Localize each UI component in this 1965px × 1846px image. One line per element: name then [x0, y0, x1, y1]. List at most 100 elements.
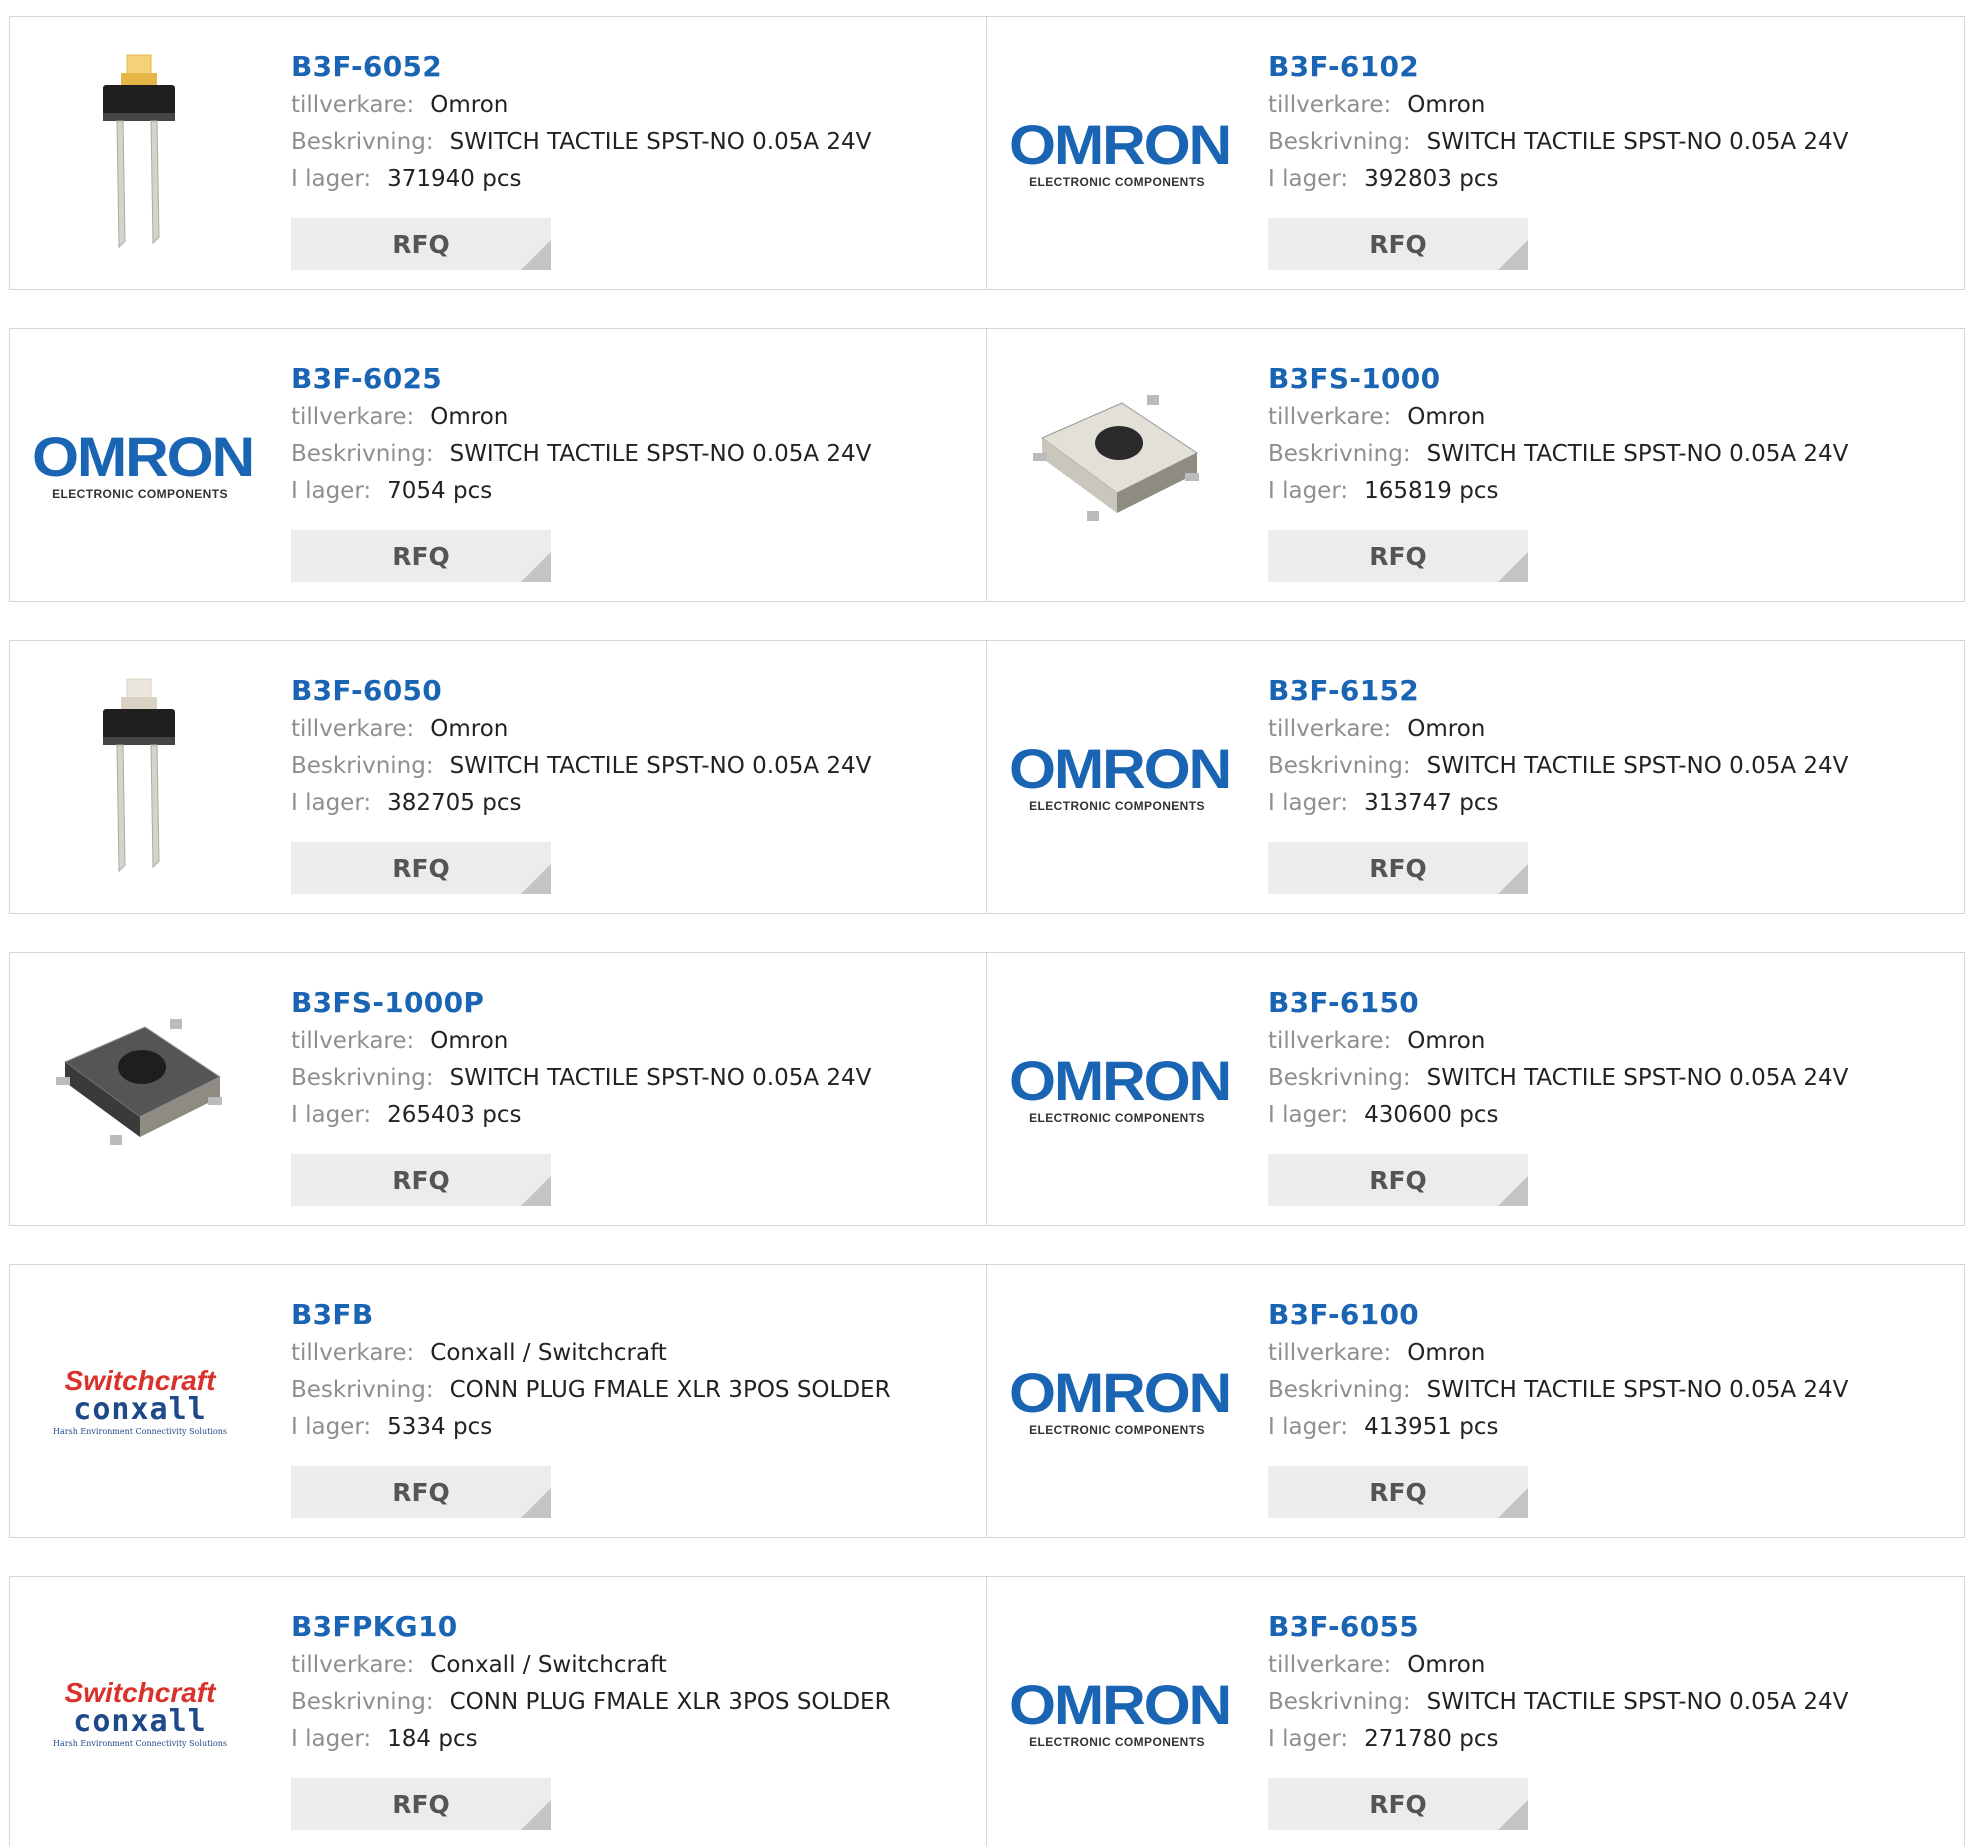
product-info: B3FS-1000P tillverkare: Omron Beskrivning…: [291, 983, 871, 1134]
product-image[interactable]: OMRON ELECTRONIC COMPONENTS: [1009, 1613, 1232, 1813]
part-number-link[interactable]: B3F-6055: [1268, 1607, 1848, 1647]
part-number-link[interactable]: B3FS-1000P: [291, 983, 871, 1023]
product-row: OMRON ELECTRONIC COMPONENTS B3F-6025 till…: [9, 328, 1965, 602]
rfq-button[interactable]: RFQ: [1268, 842, 1528, 894]
corner-fold-icon: [1498, 1488, 1528, 1518]
description-value: SWITCH TACTILE SPST-NO 0.05A 24V: [1426, 1065, 1849, 1091]
manufacturer-value: Omron: [430, 92, 509, 118]
product-image[interactable]: OMRON ELECTRONIC COMPONENTS: [1009, 989, 1232, 1189]
product-image[interactable]: [40, 677, 240, 877]
stock-label: I lager:: [1268, 790, 1349, 816]
manufacturer-label: tillverkare:: [291, 404, 415, 430]
part-number-link[interactable]: B3F-6102: [1268, 47, 1848, 87]
product-info: B3F-6025 tillverkare: Omron Beskrivning: S…: [291, 359, 871, 510]
rfq-button[interactable]: RFQ: [291, 530, 551, 582]
rfq-label: RFQ: [1369, 541, 1427, 571]
description-row: Beskrivning: SWITCH TACTILE SPST-NO 0.05A…: [291, 436, 871, 473]
description-label: Beskrivning:: [291, 1065, 434, 1091]
description-row: Beskrivning: SWITCH TACTILE SPST-NO 0.05A…: [1268, 1372, 1848, 1409]
stock-row: I lager: 413951 pcs: [1268, 1409, 1848, 1446]
stock-value: 7054 pcs: [387, 478, 493, 504]
rfq-button[interactable]: RFQ: [291, 842, 551, 894]
stock-value: 5334 pcs: [387, 1414, 493, 1440]
manufacturer-value: Conxall / Switchcraft: [430, 1340, 667, 1366]
description-label: Beskrivning:: [1268, 753, 1411, 779]
rfq-button[interactable]: RFQ: [1268, 1154, 1528, 1206]
manufacturer-value: Omron: [430, 1028, 509, 1054]
omron-tagline: ELECTRONIC COMPONENTS: [1029, 1735, 1205, 1749]
part-number-link[interactable]: B3F-6150: [1268, 983, 1848, 1023]
rfq-button[interactable]: RFQ: [291, 1154, 551, 1206]
stock-value: 430600 pcs: [1364, 1102, 1499, 1128]
rfq-button[interactable]: RFQ: [291, 1778, 551, 1830]
omron-wordmark: OMRON: [1009, 1673, 1232, 1736]
part-number-link[interactable]: B3F-6052: [291, 47, 871, 87]
product-image[interactable]: [40, 989, 240, 1189]
stock-label: I lager:: [291, 1102, 372, 1128]
product-image[interactable]: Switchcraft conxall Harsh Environment Conn…: [40, 1613, 240, 1813]
product-card: B3FS-1000 tillverkare: Omron Beskrivning:…: [987, 328, 1965, 602]
omron-wordmark: OMRON: [1009, 1049, 1232, 1112]
description-row: Beskrivning: SWITCH TACTILE SPST-NO 0.05A…: [1268, 1060, 1848, 1097]
product-image[interactable]: [1017, 365, 1217, 565]
corner-fold-icon: [1498, 1176, 1528, 1206]
product-info: B3F-6050 tillverkare: Omron Beskrivning: S…: [291, 671, 871, 822]
product-image[interactable]: OMRON ELECTRONIC COMPONENTS: [1009, 1301, 1232, 1501]
omron-wordmark: OMRON: [1009, 1361, 1232, 1424]
rfq-button[interactable]: RFQ: [291, 218, 551, 270]
product-image[interactable]: OMRON ELECTRONIC COMPONENTS: [32, 365, 255, 565]
stock-row: I lager: 7054 pcs: [291, 473, 871, 510]
product-image[interactable]: OMRON ELECTRONIC COMPONENTS: [1009, 677, 1232, 877]
product-card: OMRON ELECTRONIC COMPONENTS B3F-6055 till…: [987, 1576, 1965, 1846]
part-number-link[interactable]: B3FPKG10: [291, 1607, 891, 1647]
conxall-wordmark: conxall: [73, 1703, 207, 1739]
smd-switch-dark-icon: [50, 1007, 230, 1171]
omron-logo: OMRON ELECTRONIC COMPONENTS: [1009, 1053, 1232, 1126]
part-number-link[interactable]: B3FB: [291, 1295, 891, 1335]
part-number-link[interactable]: B3F-6100: [1268, 1295, 1848, 1335]
product-image[interactable]: [40, 53, 240, 253]
manufacturer-label: tillverkare:: [291, 1340, 415, 1366]
description-row: Beskrivning: CONN PLUG FMALE XLR 3POS SOL…: [291, 1684, 891, 1721]
stock-value: 371940 pcs: [387, 166, 522, 192]
product-image[interactable]: Switchcraft conxall Harsh Environment Conn…: [40, 1301, 240, 1501]
description-value: SWITCH TACTILE SPST-NO 0.05A 24V: [1426, 441, 1849, 467]
description-row: Beskrivning: SWITCH TACTILE SPST-NO 0.05A…: [291, 1060, 871, 1097]
rfq-button[interactable]: RFQ: [1268, 530, 1528, 582]
description-value: SWITCH TACTILE SPST-NO 0.05A 24V: [449, 753, 872, 779]
description-value: SWITCH TACTILE SPST-NO 0.05A 24V: [449, 129, 872, 155]
part-number-link[interactable]: B3F-6025: [291, 359, 871, 399]
product-card: OMRON ELECTRONIC COMPONENTS B3F-6150 till…: [987, 952, 1965, 1226]
product-grid: B3F-6052 tillverkare: Omron Beskrivning: S…: [9, 16, 1965, 1846]
product-card: OMRON ELECTRONIC COMPONENTS B3F-6102 till…: [987, 16, 1965, 290]
product-info: B3FS-1000 tillverkare: Omron Beskrivning:…: [1268, 359, 1848, 510]
manufacturer-label: tillverkare:: [1268, 1340, 1392, 1366]
rfq-button[interactable]: RFQ: [1268, 218, 1528, 270]
corner-fold-icon: [521, 552, 551, 582]
manufacturer-label: tillverkare:: [1268, 716, 1392, 742]
corner-fold-icon: [521, 864, 551, 894]
rfq-button[interactable]: RFQ: [291, 1466, 551, 1518]
description-label: Beskrivning:: [1268, 1377, 1411, 1403]
stock-row: I lager: 271780 pcs: [1268, 1721, 1848, 1758]
stock-row: I lager: 5334 pcs: [291, 1409, 891, 1446]
tactile-switch-tall-beige-icon: [85, 675, 195, 879]
part-number-link[interactable]: B3F-6152: [1268, 671, 1848, 711]
part-number-link[interactable]: B3F-6050: [291, 671, 871, 711]
description-value: CONN PLUG FMALE XLR 3POS SOLDER: [449, 1689, 891, 1715]
description-label: Beskrivning:: [291, 1689, 434, 1715]
rfq-button[interactable]: RFQ: [1268, 1778, 1528, 1830]
product-image[interactable]: OMRON ELECTRONIC COMPONENTS: [1009, 53, 1232, 253]
rfq-button[interactable]: RFQ: [1268, 1466, 1528, 1518]
conxall-wordmark: conxall: [73, 1391, 207, 1427]
product-card: Switchcraft conxall Harsh Environment Conn…: [9, 1576, 987, 1846]
omron-tagline: ELECTRONIC COMPONENTS: [1029, 1423, 1205, 1437]
manufacturer-label: tillverkare:: [1268, 1652, 1392, 1678]
stock-label: I lager:: [291, 790, 372, 816]
smd-switch-silver-icon: [1027, 383, 1207, 547]
manufacturer-row: tillverkare: Omron: [291, 87, 871, 124]
rfq-label: RFQ: [1369, 853, 1427, 883]
manufacturer-label: tillverkare:: [291, 716, 415, 742]
omron-tagline: ELECTRONIC COMPONENTS: [1029, 175, 1205, 189]
part-number-link[interactable]: B3FS-1000: [1268, 359, 1848, 399]
